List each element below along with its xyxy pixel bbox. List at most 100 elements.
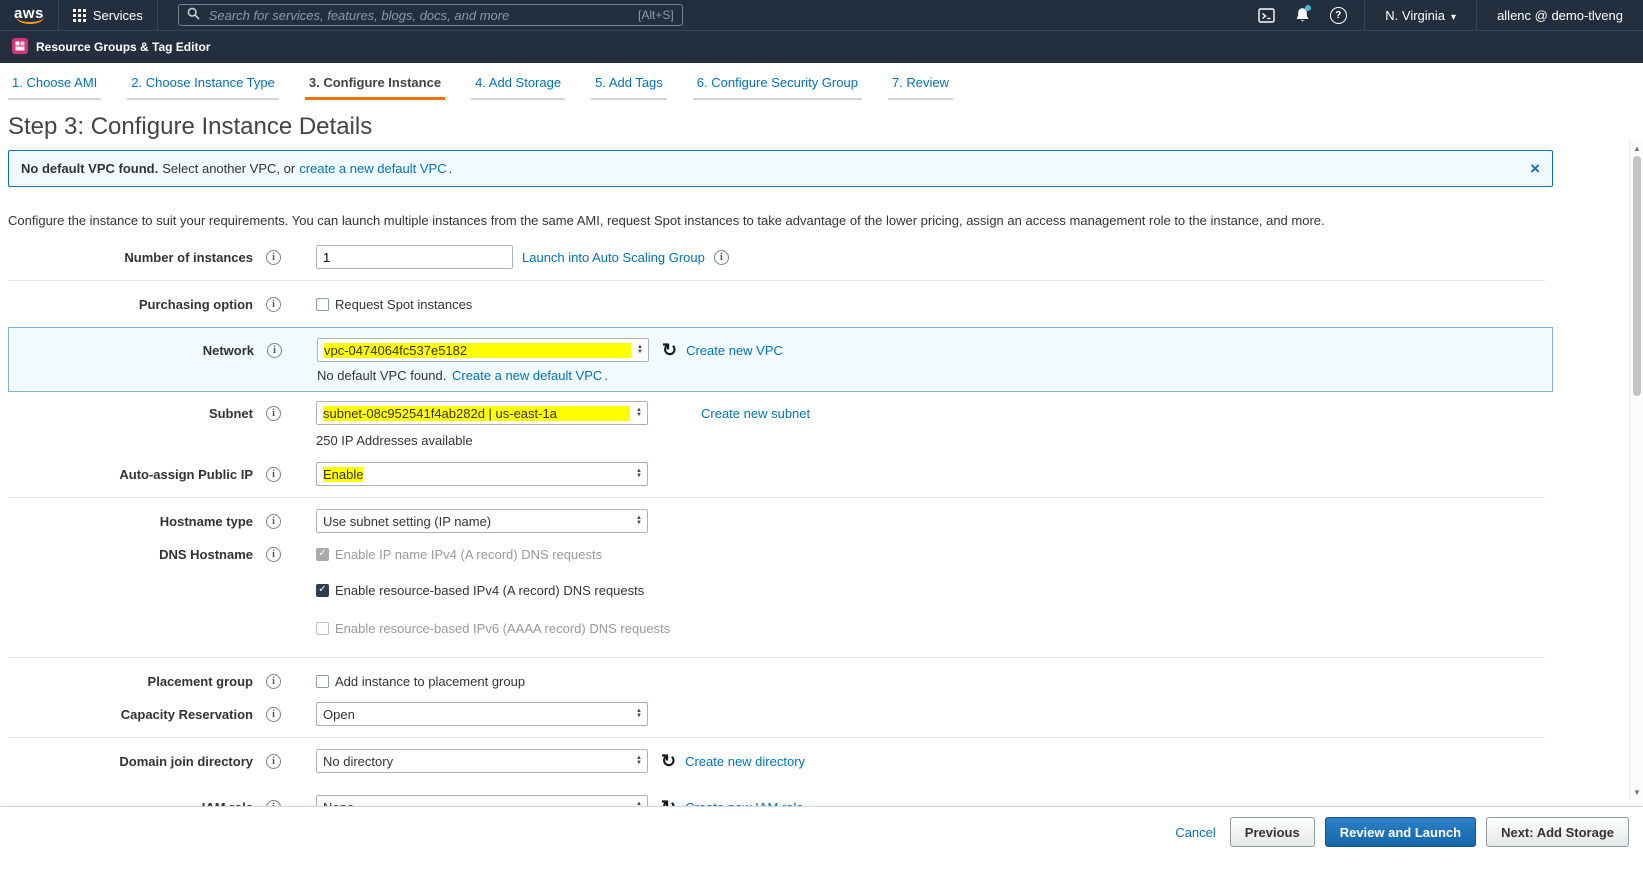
chevron-down-icon bbox=[1445, 8, 1456, 23]
form-row-capacity-reservation: Capacity Reservation Open bbox=[8, 701, 1643, 727]
create-new-directory-link[interactable]: Create new directory bbox=[685, 754, 805, 769]
network-highlight-block: Network vpc-0474064fc537e5182 Create new… bbox=[8, 327, 1553, 392]
alert-bold-text: No default VPC found. bbox=[21, 161, 158, 176]
previous-button[interactable]: Previous bbox=[1230, 817, 1315, 847]
dns-ip-name-ipv4-checkbox: Enable IP name IPv4 (A record) DNS reque… bbox=[316, 547, 602, 562]
checkbox-checked[interactable] bbox=[316, 584, 329, 597]
divider bbox=[8, 497, 1545, 498]
divider bbox=[1364, 0, 1365, 30]
select-arrows-icon bbox=[631, 345, 643, 355]
notifications-bell-icon[interactable] bbox=[1286, 0, 1318, 30]
scroll-up-arrow-icon[interactable] bbox=[1630, 142, 1643, 154]
tab-configure-instance[interactable]: 3. Configure Instance bbox=[305, 69, 445, 100]
notification-dot bbox=[1305, 5, 1311, 11]
domain-join-directory-label: Domain join directory bbox=[8, 754, 253, 769]
info-icon[interactable] bbox=[266, 514, 281, 529]
form-row-dns-hostname: DNS Hostname Enable IP name IPv4 (A reco… bbox=[8, 541, 1643, 567]
refresh-icon[interactable] bbox=[661, 752, 676, 770]
create-default-vpc-inline-link[interactable]: Create a new default VPC bbox=[452, 368, 602, 383]
next-add-storage-button[interactable]: Next: Add Storage bbox=[1486, 817, 1629, 847]
divider bbox=[1476, 0, 1477, 30]
hostname-type-label: Hostname type bbox=[8, 514, 253, 529]
help-icon[interactable] bbox=[1322, 0, 1354, 30]
favorites-bar: Resource Groups & Tag Editor bbox=[0, 30, 1643, 63]
cloudshell-icon[interactable] bbox=[1250, 0, 1282, 30]
aws-logo[interactable]: aws bbox=[10, 5, 52, 25]
subnet-label: Subnet bbox=[8, 406, 253, 421]
capacity-reservation-label: Capacity Reservation bbox=[8, 707, 253, 722]
checkbox-label: Enable resource-based IPv6 (AAAA record)… bbox=[335, 621, 670, 636]
select-arrows-icon bbox=[630, 709, 642, 719]
alert-text: Select another VPC, or bbox=[162, 161, 295, 176]
topnav-right-group: N. Virginia allenc @ demo-tlveng bbox=[1250, 0, 1633, 30]
info-icon[interactable] bbox=[266, 297, 281, 312]
dns-resource-ipv4-checkbox[interactable]: Enable resource-based IPv4 (A record) DN… bbox=[316, 583, 644, 598]
create-default-vpc-link[interactable]: create a new default VPC bbox=[299, 161, 446, 176]
checkbox-unchecked-disabled bbox=[316, 622, 329, 635]
info-icon[interactable] bbox=[266, 406, 281, 421]
account-menu[interactable]: allenc @ demo-tlveng bbox=[1487, 8, 1633, 23]
info-icon[interactable] bbox=[714, 250, 729, 265]
info-icon[interactable] bbox=[266, 674, 281, 689]
region-selector[interactable]: N. Virginia bbox=[1375, 8, 1466, 23]
scrollbar-thumb[interactable] bbox=[1633, 156, 1641, 396]
info-icon[interactable] bbox=[266, 754, 281, 769]
scroll-down-arrow-icon[interactable] bbox=[1630, 786, 1643, 798]
form-row-network: Network vpc-0474064fc537e5182 Create new… bbox=[9, 337, 1552, 363]
auto-assign-public-ip-select[interactable]: Enable bbox=[316, 462, 648, 486]
search-input[interactable] bbox=[207, 7, 631, 24]
placement-group-checkbox[interactable]: Add instance to placement group bbox=[316, 674, 525, 689]
create-new-subnet-link[interactable]: Create new subnet bbox=[701, 406, 810, 421]
review-and-launch-button[interactable]: Review and Launch bbox=[1325, 817, 1476, 847]
services-menu[interactable]: Services bbox=[65, 8, 151, 23]
divider bbox=[8, 280, 1545, 281]
auto-assign-public-ip-label: Auto-assign Public IP bbox=[8, 467, 253, 482]
info-icon[interactable] bbox=[266, 707, 281, 722]
checkbox-label: Request Spot instances bbox=[335, 297, 472, 312]
subnet-select[interactable]: subnet-08c952541f4ab282d | us-east-1a bbox=[316, 401, 648, 425]
global-search[interactable]: [Alt+S] bbox=[178, 4, 683, 26]
page-description: Configure the instance to suit your requ… bbox=[8, 213, 1548, 228]
dns-hostname-label: DNS Hostname bbox=[8, 547, 253, 562]
info-icon[interactable] bbox=[266, 547, 281, 562]
create-new-vpc-link[interactable]: Create new VPC bbox=[686, 343, 783, 358]
tab-add-tags[interactable]: 5. Add Tags bbox=[591, 69, 667, 100]
close-icon[interactable]: × bbox=[1530, 160, 1540, 177]
launch-into-asg-link[interactable]: Launch into Auto Scaling Group bbox=[522, 250, 705, 265]
network-label: Network bbox=[9, 343, 254, 358]
no-default-vpc-alert: No default VPC found. Select another VPC… bbox=[8, 150, 1553, 187]
form-row-dns-resource-ipv6: Enable resource-based IPv6 (AAAA record)… bbox=[316, 615, 1643, 641]
cancel-link[interactable]: Cancel bbox=[1175, 825, 1215, 840]
tab-add-storage[interactable]: 4. Add Storage bbox=[471, 69, 565, 100]
refresh-icon[interactable] bbox=[662, 341, 677, 359]
tab-choose-instance-type[interactable]: 2. Choose Instance Type bbox=[127, 69, 279, 100]
network-select[interactable]: vpc-0474064fc537e5182 bbox=[317, 338, 649, 362]
info-icon[interactable] bbox=[267, 343, 282, 358]
resource-groups-tag-editor-link[interactable]: Resource Groups & Tag Editor bbox=[36, 40, 210, 54]
services-label: Services bbox=[93, 8, 143, 23]
hostname-type-select[interactable]: Use subnet setting (IP name) bbox=[316, 509, 648, 533]
checkbox-unchecked[interactable] bbox=[316, 298, 329, 311]
select-arrows-icon bbox=[630, 469, 642, 479]
info-icon[interactable] bbox=[266, 250, 281, 265]
vertical-scrollbar[interactable] bbox=[1629, 140, 1643, 800]
tab-review[interactable]: 7. Review bbox=[888, 69, 953, 100]
capacity-reservation-select[interactable]: Open bbox=[316, 702, 648, 726]
select-arrows-icon bbox=[630, 756, 642, 766]
number-of-instances-input[interactable] bbox=[316, 245, 513, 269]
select-arrows-icon bbox=[630, 516, 642, 526]
tab-configure-security-group[interactable]: 6. Configure Security Group bbox=[693, 69, 862, 100]
tab-choose-ami[interactable]: 1. Choose AMI bbox=[8, 69, 101, 100]
checkbox-unchecked[interactable] bbox=[316, 675, 329, 688]
checkbox-label: Enable IP name IPv4 (A record) DNS reque… bbox=[335, 547, 602, 562]
form-row-hostname-type: Hostname type Use subnet setting (IP nam… bbox=[8, 508, 1643, 534]
domain-join-directory-select[interactable]: No directory bbox=[316, 749, 648, 773]
divider bbox=[58, 0, 59, 30]
checkbox-label: Add instance to placement group bbox=[335, 674, 525, 689]
auto-assign-public-ip-value: Enable bbox=[323, 467, 363, 482]
select-arrows-icon bbox=[630, 408, 642, 418]
request-spot-instances-checkbox[interactable]: Request Spot instances bbox=[316, 297, 472, 312]
info-icon[interactable] bbox=[266, 467, 281, 482]
page-title: Step 3: Configure Instance Details bbox=[8, 113, 1643, 141]
capacity-reservation-value: Open bbox=[323, 707, 355, 722]
